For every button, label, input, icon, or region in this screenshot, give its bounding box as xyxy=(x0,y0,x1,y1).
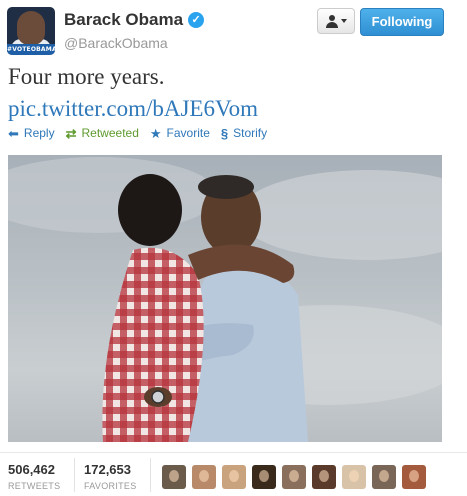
retweet-label: Retweeted xyxy=(81,126,139,140)
avatar-banner: #VOTEOBAMA xyxy=(7,44,55,55)
display-name[interactable]: Barack Obama xyxy=(64,10,183,30)
tweet-header: #VOTEOBAMA Barack Obama ✓ @BarackObama F… xyxy=(0,0,467,60)
profile-avatar[interactable]: #VOTEOBAMA xyxy=(7,7,55,55)
tweet-photo-link[interactable]: pic.twitter.com/bAJE6Vom xyxy=(8,96,258,122)
favoriter-avatars xyxy=(162,465,426,489)
favoriter-avatar[interactable] xyxy=(162,465,186,489)
reply-icon: ⬅ xyxy=(8,125,19,141)
tweet-photo[interactable] xyxy=(8,155,442,442)
reply-action[interactable]: ⬅ Reply xyxy=(8,126,55,140)
tweet-text: Four more years. xyxy=(8,64,165,89)
tweet-actions: ⬅ Reply ⇄ Retweeted ★ Favorite § Storify xyxy=(8,126,278,140)
name-line: Barack Obama ✓ xyxy=(64,10,205,30)
favoriter-avatar[interactable] xyxy=(312,465,336,489)
favoriter-avatar[interactable] xyxy=(342,465,366,489)
star-icon: ★ xyxy=(149,125,162,141)
retweet-action[interactable]: ⇄ Retweeted xyxy=(66,126,139,140)
favoriter-avatar[interactable] xyxy=(372,465,396,489)
person-icon xyxy=(325,14,338,28)
stat-separator xyxy=(150,458,151,492)
favoriter-avatar[interactable] xyxy=(222,465,246,489)
stat-separator xyxy=(74,458,75,492)
storify-action[interactable]: § Storify xyxy=(221,126,267,140)
retweet-icon: ⇄ xyxy=(65,125,77,141)
photo-illustration xyxy=(8,157,442,442)
retweets-stat[interactable]: 506,462 RETWEETS xyxy=(8,462,60,491)
retweets-label: RETWEETS xyxy=(8,481,61,491)
following-button[interactable]: Following xyxy=(360,8,444,36)
favorites-label: FAVORITES xyxy=(84,481,137,491)
favoriter-avatar[interactable] xyxy=(252,465,276,489)
retweets-count: 506,462 xyxy=(8,462,55,477)
favoriter-avatar[interactable] xyxy=(282,465,306,489)
user-handle[interactable]: @BarackObama xyxy=(64,35,168,51)
favoriter-avatar[interactable] xyxy=(402,465,426,489)
verified-badge-icon: ✓ xyxy=(188,12,205,28)
favorites-stat[interactable]: 172,653 FAVORITES xyxy=(84,462,137,491)
storify-icon: § xyxy=(220,125,229,141)
favorite-action[interactable]: ★ Favorite xyxy=(150,126,210,140)
storify-label: Storify xyxy=(233,126,268,140)
caret-down-icon xyxy=(340,19,347,23)
favoriter-avatar[interactable] xyxy=(192,465,216,489)
favorite-label: Favorite xyxy=(166,126,210,140)
favorites-count: 172,653 xyxy=(84,462,131,477)
user-dropdown-button[interactable] xyxy=(317,8,355,34)
avatar-face xyxy=(17,11,45,45)
stats-divider xyxy=(0,452,467,453)
reply-label: Reply xyxy=(23,126,55,140)
